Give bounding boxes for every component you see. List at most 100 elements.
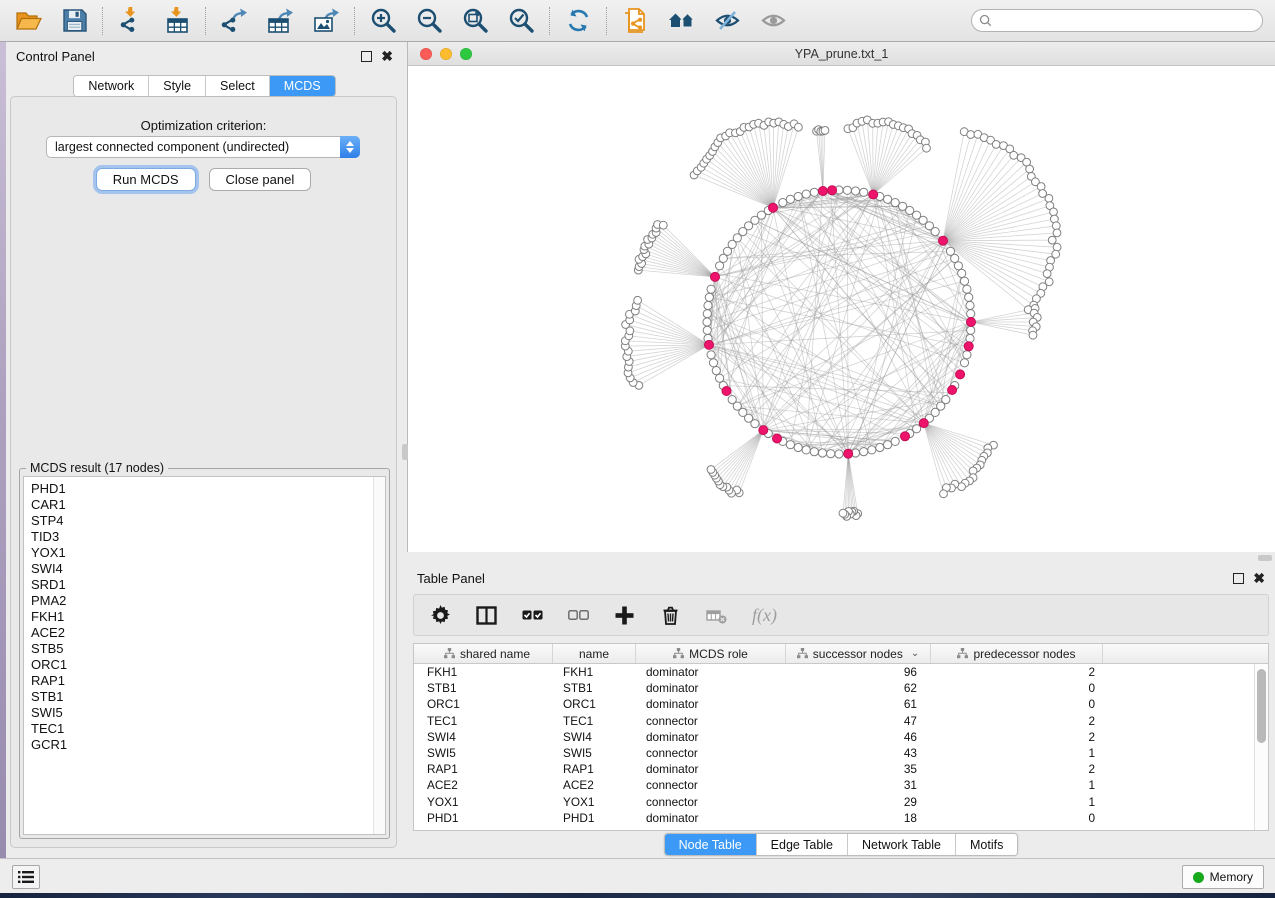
table-cell: FKH1	[553, 665, 636, 679]
search-box[interactable]	[971, 9, 1263, 32]
clone-network-icon[interactable]	[620, 6, 650, 36]
export-network-icon[interactable]	[219, 6, 249, 36]
column-header-MCDS-role[interactable]: MCDS role	[636, 644, 786, 663]
table-scrollbar[interactable]	[1254, 664, 1268, 830]
table-cell: 62	[786, 681, 931, 695]
network-window-title: YPA_prune.txt_1	[408, 47, 1275, 61]
deselect-all-icon[interactable]	[568, 605, 589, 626]
mcds-result-item[interactable]: RAP1	[31, 673, 385, 689]
horizontal-splitter-grip[interactable]	[1258, 555, 1272, 561]
table-row[interactable]: FKH1FKH1dominator962	[414, 664, 1254, 680]
home-icon[interactable]	[666, 6, 696, 36]
memory-button[interactable]: Memory	[1182, 865, 1264, 889]
open-file-icon[interactable]	[13, 6, 43, 36]
mcds-result-item[interactable]: SWI5	[31, 705, 385, 721]
table-cell: PHD1	[422, 811, 553, 825]
zoom-out-icon[interactable]	[414, 6, 444, 36]
search-icon	[979, 14, 992, 27]
table-scrollbar-thumb[interactable]	[1257, 669, 1266, 743]
criterion-dropdown[interactable]: largest connected component (undirected)	[46, 136, 360, 158]
column-header-predecessor-nodes[interactable]: predecessor nodes	[931, 644, 1103, 663]
mcds-result-item[interactable]: TEC1	[31, 721, 385, 737]
mcds-result-item[interactable]: STB5	[31, 641, 385, 657]
table-row[interactable]: SWI5SWI5connector431	[414, 745, 1254, 761]
zoom-in-icon[interactable]	[368, 6, 398, 36]
apply-layout-icon[interactable]	[563, 6, 593, 36]
delete-column-icon[interactable]	[660, 605, 681, 626]
tab-network[interactable]: Network	[74, 76, 149, 96]
run-mcds-button[interactable]: Run MCDS	[96, 168, 196, 191]
mcds-result-item[interactable]: YOX1	[31, 545, 385, 561]
select-all-icon[interactable]	[522, 605, 543, 626]
mcds-result-item[interactable]: ORC1	[31, 657, 385, 673]
mcds-result-item[interactable]: GCR1	[31, 737, 385, 753]
table-segmented-control: Node TableEdge TableNetwork TableMotifs	[664, 833, 1019, 856]
mcds-result-item[interactable]: SWI4	[31, 561, 385, 577]
task-history-button[interactable]	[12, 865, 40, 889]
import-table-icon[interactable]	[162, 6, 192, 36]
tab-motifs[interactable]: Motifs	[956, 834, 1017, 855]
table-row[interactable]: ORC1ORC1dominator610	[414, 696, 1254, 712]
tab-mcds[interactable]: MCDS	[270, 76, 335, 96]
column-header-successor-nodes[interactable]: successor nodes⌄	[786, 644, 931, 663]
close-panel-icon[interactable]: ✖	[381, 51, 393, 62]
table-body: FKH1FKH1dominator962STB1STB1dominator620…	[414, 664, 1254, 830]
tab-select[interactable]: Select	[206, 76, 270, 96]
table-row[interactable]: STB1STB1dominator620	[414, 680, 1254, 696]
float-table-panel-icon[interactable]	[1233, 573, 1244, 584]
table-row[interactable]: TEC1TEC1connector472	[414, 713, 1254, 729]
mcds-result-item[interactable]: TID3	[31, 529, 385, 545]
table-row[interactable]: RAP1RAP1dominator352	[414, 761, 1254, 777]
search-input[interactable]	[996, 10, 1262, 31]
table-cell: 0	[931, 811, 1103, 825]
mcds-result-item[interactable]: FKH1	[31, 609, 385, 625]
table-cell: ORC1	[553, 697, 636, 711]
horizontal-splitter[interactable]	[407, 552, 1275, 564]
table-row[interactable]: SWI4SWI4dominator462	[414, 729, 1254, 745]
table-row[interactable]: ACE2ACE2connector311	[414, 777, 1254, 793]
import-network-icon[interactable]	[116, 6, 146, 36]
mcds-result-item[interactable]: CAR1	[31, 497, 385, 513]
save-session-icon[interactable]	[59, 6, 89, 36]
mcds-result-fieldset: MCDS result (17 nodes) PHD1CAR1STP4TID3Y…	[19, 468, 390, 839]
table-panel-titlebar: Table Panel ✖	[407, 564, 1275, 592]
mcds-result-item[interactable]: ACE2	[31, 625, 385, 641]
mcds-result-item[interactable]: STP4	[31, 513, 385, 529]
settings-icon[interactable]	[430, 605, 451, 626]
float-panel-icon[interactable]	[361, 51, 372, 62]
mcds-result-item[interactable]: PMA2	[31, 593, 385, 609]
tab-node-table[interactable]: Node Table	[665, 834, 757, 855]
close-panel-button[interactable]: Close panel	[209, 168, 312, 191]
column-header-shared-name[interactable]: shared name	[422, 644, 553, 663]
mcds-result-item[interactable]: STB1	[31, 689, 385, 705]
table-cell: 47	[786, 714, 931, 728]
mcds-result-list[interactable]: PHD1CAR1STP4TID3YOX1SWI4SRD1PMA2FKH1ACE2…	[23, 476, 386, 835]
table-row[interactable]: PHD1PHD1dominator180	[414, 810, 1254, 826]
add-column-icon[interactable]	[614, 605, 635, 626]
table-row[interactable]: YOX1YOX1connector291	[414, 794, 1254, 810]
mcds-result-item[interactable]: SRD1	[31, 577, 385, 593]
zoom-selected-icon[interactable]	[506, 6, 536, 36]
vertical-splitter-grip[interactable]	[402, 444, 408, 460]
table-cell: 2	[931, 665, 1103, 679]
export-table-icon[interactable]	[265, 6, 295, 36]
zoom-fit-icon[interactable]	[460, 6, 490, 36]
mcds-list-scrollbar[interactable]	[373, 477, 385, 834]
network-window-titlebar[interactable]: YPA_prune.txt_1	[408, 42, 1275, 66]
table-cell: FKH1	[422, 665, 553, 679]
network-canvas[interactable]	[408, 66, 1275, 552]
tab-edge-table[interactable]: Edge Table	[757, 834, 848, 855]
show-all-icon[interactable]	[758, 6, 788, 36]
hide-selected-icon[interactable]	[712, 6, 742, 36]
close-table-panel-icon[interactable]: ✖	[1253, 573, 1265, 584]
tab-style[interactable]: Style	[149, 76, 206, 96]
table-cell: 43	[786, 746, 931, 760]
table-cell: dominator	[636, 697, 786, 711]
mcds-result-item[interactable]: PHD1	[31, 481, 385, 497]
column-header-name[interactable]: name	[553, 644, 636, 663]
export-image-icon[interactable]	[311, 6, 341, 36]
table-cell: SWI4	[422, 730, 553, 744]
split-view-icon[interactable]	[476, 605, 497, 626]
tab-network-table[interactable]: Network Table	[848, 834, 956, 855]
table-panel-title: Table Panel	[417, 571, 1233, 586]
